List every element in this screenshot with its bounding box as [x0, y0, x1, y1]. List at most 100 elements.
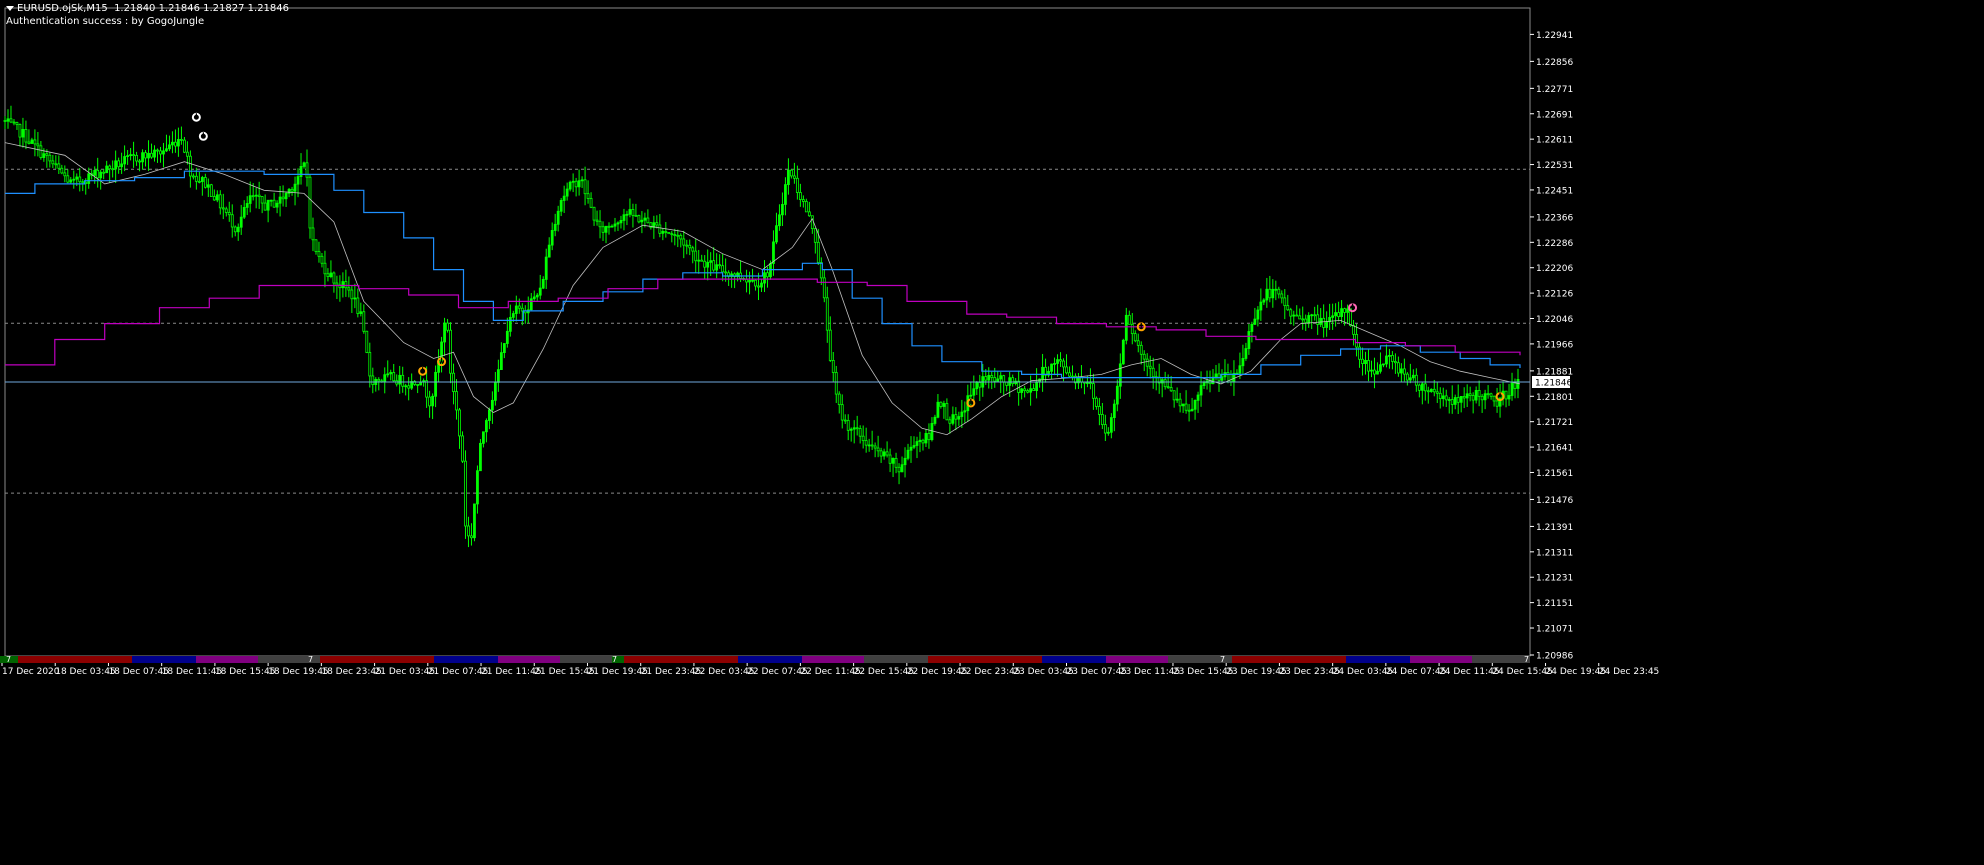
candle-body — [1402, 368, 1406, 375]
candle-body — [951, 414, 955, 424]
candle-body — [1489, 393, 1493, 397]
candle-body — [135, 154, 138, 162]
candle-body — [505, 330, 509, 344]
candle-body — [1002, 375, 1006, 383]
candle-body — [837, 393, 841, 406]
candle-body — [323, 262, 327, 275]
candle-body — [308, 176, 312, 229]
x-tick-label: 23 Dec 11:45 — [1120, 667, 1181, 677]
candle-body — [1274, 288, 1278, 291]
candle-body — [1364, 360, 1367, 365]
session-bar: 7 7 7 7 7 — [0, 655, 1530, 664]
x-tick-label: 23 Dec 07:45 — [1067, 667, 1128, 677]
candle-body — [795, 177, 799, 193]
candle-body — [251, 195, 255, 198]
candle-body — [461, 435, 464, 462]
candle-body — [1196, 394, 1200, 401]
y-tick-label: 1.21071 — [1536, 625, 1573, 635]
candle-body — [1268, 288, 1272, 299]
session-label: 7 — [1524, 655, 1529, 664]
candle-body — [843, 419, 847, 422]
candle-body — [846, 420, 850, 431]
candle-body — [604, 225, 608, 233]
trading-chart[interactable]: 1.22941 1.22856 1.22771 1.22691 1.22611 1.225… — [0, 0, 1984, 861]
candle-body — [87, 173, 91, 184]
y-tick-label: 1.22286 — [1536, 239, 1573, 249]
candle-body — [694, 250, 698, 262]
candle-body — [1187, 409, 1191, 412]
candle-body — [9, 118, 13, 123]
candle-body — [745, 278, 748, 283]
candle-body — [766, 272, 769, 278]
candle-body — [1370, 369, 1373, 372]
candle-body — [78, 176, 82, 183]
candle-body — [502, 343, 506, 353]
ohlc-values: 1.21840 1.21846 1.21827 1.21846 — [114, 3, 290, 14]
price-chart-svg[interactable]: 1.22941 1.22856 1.22771 1.22691 1.22611 1.225… — [0, 0, 1984, 861]
candle-body — [613, 223, 617, 227]
candle-body — [105, 165, 109, 174]
candle-body — [1115, 385, 1119, 405]
candle-body — [787, 169, 790, 185]
candle-body — [344, 281, 348, 289]
candle-body — [1259, 301, 1263, 311]
candle-body — [1056, 359, 1059, 364]
candle-body — [165, 148, 168, 152]
candle-body — [1513, 382, 1517, 389]
candle-body — [1029, 388, 1033, 393]
x-tick-label: 24 Dec 15:45 — [1492, 667, 1553, 677]
candle-body — [1092, 383, 1095, 399]
candle-body — [431, 395, 434, 407]
candle-body — [897, 466, 901, 473]
candle-body — [775, 225, 778, 243]
candle-body — [81, 181, 85, 184]
candle-body — [936, 401, 940, 418]
candle-body — [969, 394, 973, 397]
candle-body — [485, 420, 488, 433]
candle-body — [66, 175, 70, 183]
candle-body — [293, 183, 297, 192]
candle-body — [1319, 317, 1323, 325]
candle-body — [915, 441, 919, 446]
candle-body — [260, 196, 264, 204]
candle-body — [954, 414, 958, 420]
candle-body — [583, 179, 587, 195]
candle-body — [676, 234, 680, 237]
x-tick-label: 24 Dec 11:45 — [1439, 667, 1500, 677]
x-tick-label: 24 Dec 07:45 — [1386, 667, 1447, 677]
candle-body — [1480, 395, 1484, 401]
x-tick-label: 23 Dec 19:45 — [1226, 667, 1287, 677]
candle-body — [631, 209, 635, 216]
candle-body — [1459, 396, 1463, 403]
candle-body — [1471, 395, 1475, 401]
candle-body — [197, 180, 201, 183]
candle-body — [326, 273, 330, 278]
candle-body — [556, 210, 560, 225]
candle-body — [63, 172, 67, 177]
x-tick-label: 22 Dec 15:45 — [854, 667, 915, 677]
candle-body — [1005, 381, 1009, 386]
candle-body — [1304, 318, 1308, 324]
dropdown-triangle-icon[interactable] — [6, 5, 14, 11]
candle-body — [595, 219, 599, 222]
candle-body — [601, 226, 605, 233]
candle-body — [1139, 344, 1143, 355]
candle-body — [1301, 318, 1305, 321]
candle-body — [455, 391, 458, 411]
candle-body — [1118, 363, 1122, 387]
candle-body — [224, 208, 228, 213]
candle-body — [1199, 385, 1203, 396]
y-tick-label: 1.21801 — [1536, 393, 1573, 403]
session-segment — [1232, 656, 1346, 663]
candle-body — [1068, 372, 1071, 377]
candle-body — [72, 178, 76, 181]
candle-body — [810, 215, 814, 230]
candle-body — [703, 260, 707, 268]
candle-body — [305, 162, 309, 178]
candle-body — [978, 382, 982, 388]
candle-body — [679, 234, 683, 240]
candle-body — [1271, 288, 1275, 299]
candle-body — [1444, 395, 1448, 401]
candle-body — [957, 416, 961, 420]
candle-body — [831, 360, 835, 373]
